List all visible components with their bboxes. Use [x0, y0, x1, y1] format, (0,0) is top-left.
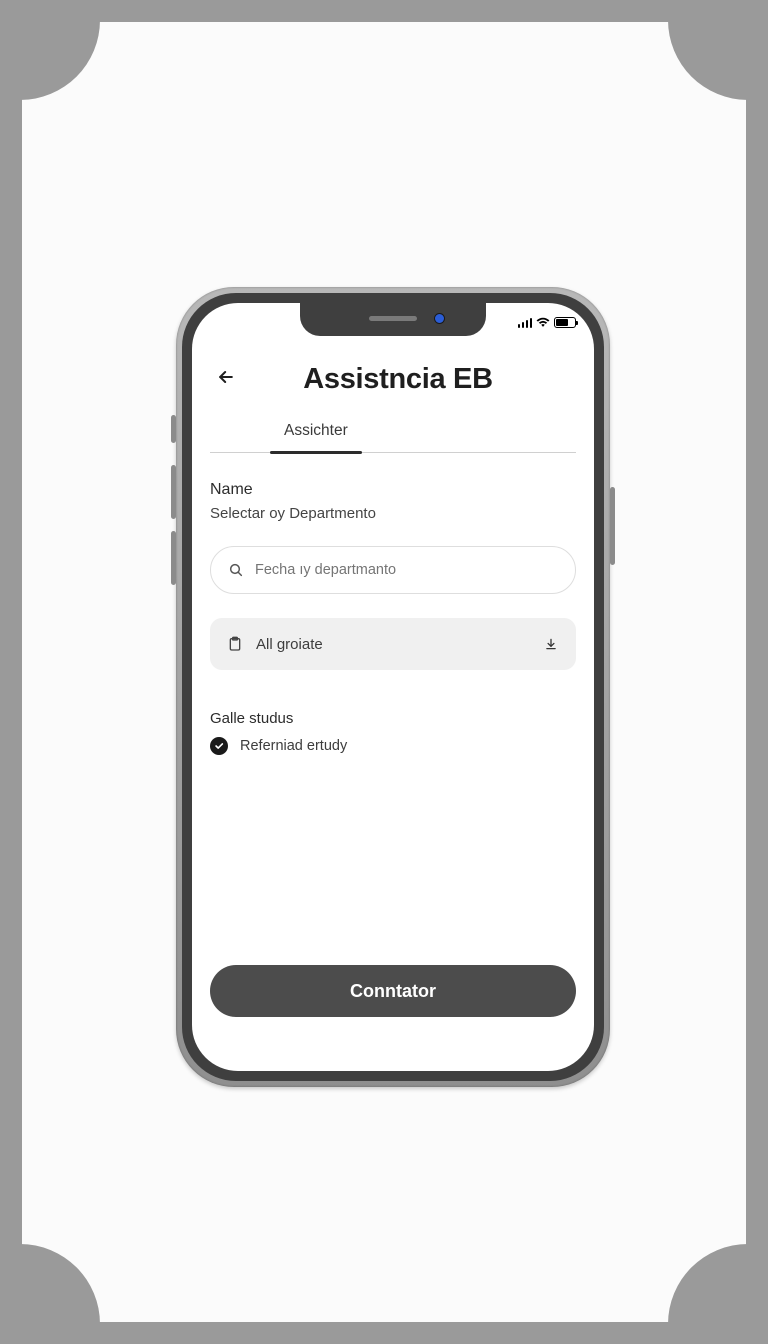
group-select[interactable]: All groiate: [210, 618, 576, 670]
name-field-label: Name: [210, 481, 576, 499]
status-bar: [518, 317, 577, 328]
phone-power-button: [610, 487, 615, 565]
status-option-label: Referniad ertudy: [240, 738, 347, 754]
cellular-signal-icon: [518, 317, 533, 328]
canvas-corner: [20, 20, 100, 100]
arrow-left-icon: [216, 367, 236, 392]
status-heading: Galle studus: [210, 710, 576, 727]
phone-notch: [300, 303, 486, 336]
tab-assichter[interactable]: Assichter: [276, 422, 356, 452]
wifi-icon: [536, 317, 550, 328]
phone-speaker: [369, 316, 417, 321]
page-title: Assistncia EB: [252, 363, 544, 396]
submit-button-label: Conntator: [350, 981, 436, 1001]
screen-header: Assistncia EB: [210, 345, 576, 406]
tab-label: Assichter: [284, 422, 348, 439]
back-button[interactable]: [210, 364, 242, 396]
phone-device-frame: Assistncia EB Assichter Name Selectar oy…: [176, 287, 610, 1087]
search-icon: [227, 561, 245, 579]
clipboard-icon: [226, 635, 244, 653]
phone-screen: Assistncia EB Assichter Name Selectar oy…: [192, 303, 594, 1071]
phone-volume-up-button: [171, 465, 176, 519]
tab-bar: Assichter: [210, 422, 576, 453]
search-input-container[interactable]: [210, 546, 576, 594]
group-select-label: All groiate: [256, 636, 530, 653]
screen-content: Assistncia EB Assichter Name Selectar oy…: [192, 345, 594, 1071]
mockup-canvas: Assistncia EB Assichter Name Selectar oy…: [22, 22, 746, 1322]
canvas-corner: [668, 20, 748, 100]
phone-volume-down-button: [171, 531, 176, 585]
canvas-corner: [668, 1244, 748, 1324]
phone-camera: [435, 314, 444, 323]
battery-icon: [554, 317, 576, 328]
name-field-subtext: Selectar oy Departmento: [210, 505, 576, 522]
phone-silent-switch: [171, 415, 176, 443]
search-input[interactable]: [255, 562, 559, 578]
download-icon: [542, 635, 560, 653]
status-option-row[interactable]: Referniad ertudy: [210, 737, 576, 755]
canvas-corner: [20, 1244, 100, 1324]
phone-bezel: Assistncia EB Assichter Name Selectar oy…: [182, 293, 604, 1081]
status-section: Galle studus Referniad ertudy: [210, 710, 576, 755]
submit-button[interactable]: Conntator: [210, 965, 576, 1017]
check-circle-icon: [210, 737, 228, 755]
